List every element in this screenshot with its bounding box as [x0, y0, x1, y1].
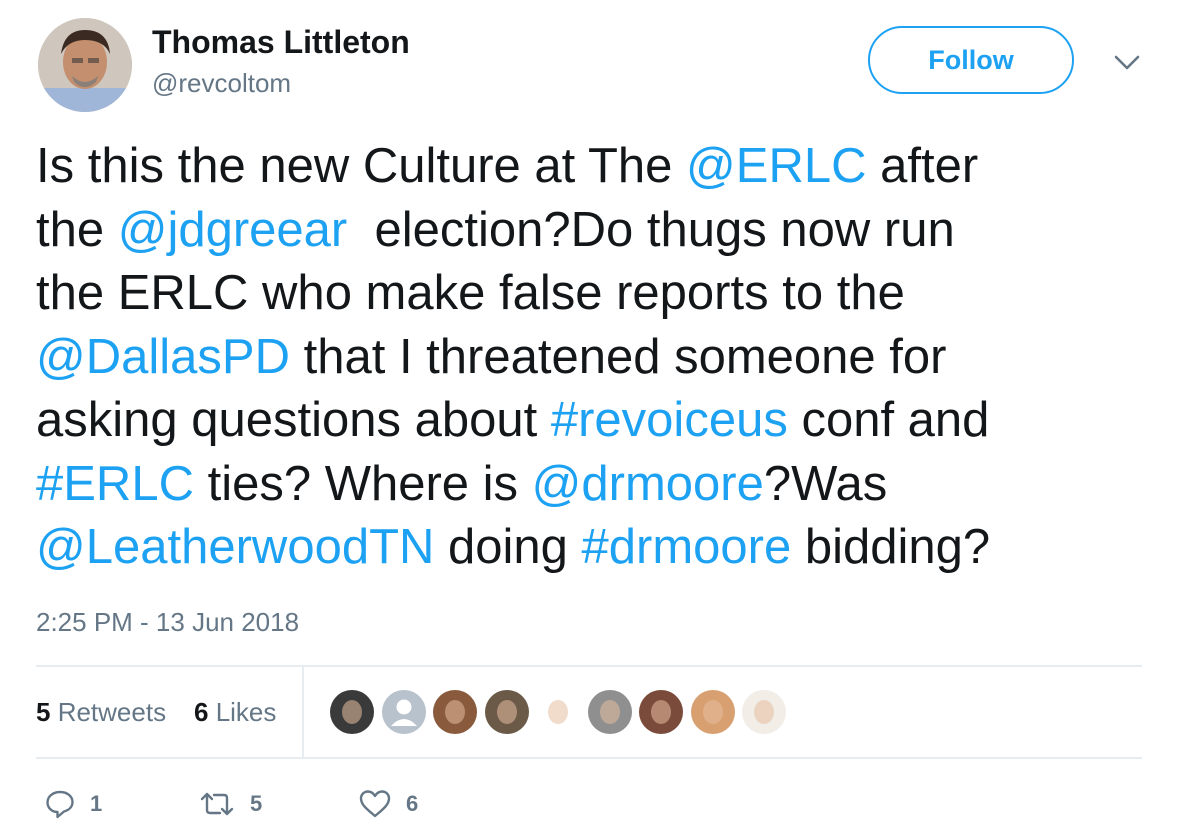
tweet-link[interactable]: @jdgreear	[118, 203, 348, 257]
liker-avatar[interactable]	[431, 688, 479, 736]
divider-bottom	[36, 757, 1142, 759]
tweet-line: the ERLC who make false reports to the	[36, 262, 1166, 326]
follow-button[interactable]: Follow	[868, 26, 1074, 94]
liker-avatar[interactable]	[637, 688, 685, 736]
author-avatar[interactable]	[38, 18, 132, 112]
tweet-link[interactable]: #revoiceus	[551, 393, 788, 447]
tweet-text-segment: that I threatened someone for	[289, 329, 947, 384]
tweet-text-segment: bidding?	[791, 520, 991, 574]
liker-avatars	[328, 688, 792, 736]
tweet-link[interactable]: #drmoore	[582, 520, 792, 574]
likes-stat[interactable]: 6 Likes	[194, 697, 276, 728]
author-avatar-photo	[38, 18, 132, 112]
tweet-line: Is this the new Culture at The @ERLC aft…	[36, 135, 1166, 199]
tweet-line: @DallasPD that I threatened someone for	[36, 326, 1166, 390]
tweet-text-segment: ?Was	[763, 456, 888, 511]
retweet-icon	[200, 792, 234, 816]
tweet-line: the @jdgreear election?Do thugs now run	[36, 199, 1166, 263]
tweet-timestamp[interactable]: 2:25 PM - 13 Jun 2018	[36, 607, 299, 638]
likes-stat-label: Likes	[208, 697, 277, 727]
tweet-text-segment: ties? Where is	[193, 456, 532, 511]
tweet-text-segment: doing	[434, 520, 582, 574]
liker-avatar[interactable]	[585, 688, 634, 736]
tweet-text-segment: Is this the new Culture at The	[36, 139, 687, 193]
retweets-stat-count: 5	[36, 697, 51, 727]
retweets-stat[interactable]: 5 Retweets	[36, 697, 166, 728]
heart-icon	[359, 790, 391, 818]
divider-top	[36, 665, 1142, 667]
likes-stat-count: 6	[194, 697, 209, 727]
tweet-line: @LeatherwoodTN doing #drmoore bidding?	[36, 516, 1166, 580]
tweet-text: Is this the new Culture at The @ERLC aft…	[36, 135, 1166, 580]
liker-avatar[interactable]	[328, 688, 376, 736]
liker-avatar[interactable]	[740, 688, 788, 736]
tweet-link[interactable]: @DallasPD	[36, 330, 290, 384]
retweet-count: 5	[250, 791, 263, 816]
tweet-link[interactable]: @LeatherwoodTN	[36, 520, 434, 574]
liker-avatar[interactable]	[482, 688, 531, 736]
like-button[interactable]: 6	[358, 784, 418, 824]
author-handle[interactable]: @revcoltom	[152, 68, 291, 99]
tweet-text-segment: after	[866, 139, 979, 193]
tweet-line: #ERLC ties? Where is @drmoore?Was	[36, 453, 1166, 517]
reply-icon	[46, 790, 74, 819]
tweet-text-segment: conf and	[787, 393, 990, 447]
tweet-text-segment: asking questions about	[36, 393, 551, 447]
liker-avatar[interactable]	[688, 688, 737, 736]
liker-avatar[interactable]	[379, 688, 428, 736]
stats-vertical-divider	[302, 666, 304, 758]
tweet-text-segment: the	[36, 202, 118, 257]
retweet-button[interactable]: 5	[198, 784, 262, 824]
tweet-link[interactable]: @ERLC	[686, 139, 866, 193]
reply-button[interactable]: 1	[44, 784, 102, 824]
tweet-link[interactable]: @drmoore	[532, 457, 764, 511]
liker-avatar[interactable]	[534, 688, 582, 736]
retweets-stat-label: Retweets	[50, 697, 167, 727]
tweet-line: asking questions about #revoiceus conf a…	[36, 389, 1166, 453]
author-name[interactable]: Thomas Littleton	[152, 24, 410, 61]
like-count: 6	[406, 791, 419, 816]
more-options-chevron-down-icon[interactable]	[1108, 48, 1146, 78]
tweet-text-segment: the ERLC who make false reports to the	[36, 266, 905, 320]
tweet-text-segment: election?Do thugs now run	[347, 202, 955, 257]
tweet-link[interactable]: #ERLC	[36, 457, 194, 511]
reply-count: 1	[90, 791, 103, 816]
